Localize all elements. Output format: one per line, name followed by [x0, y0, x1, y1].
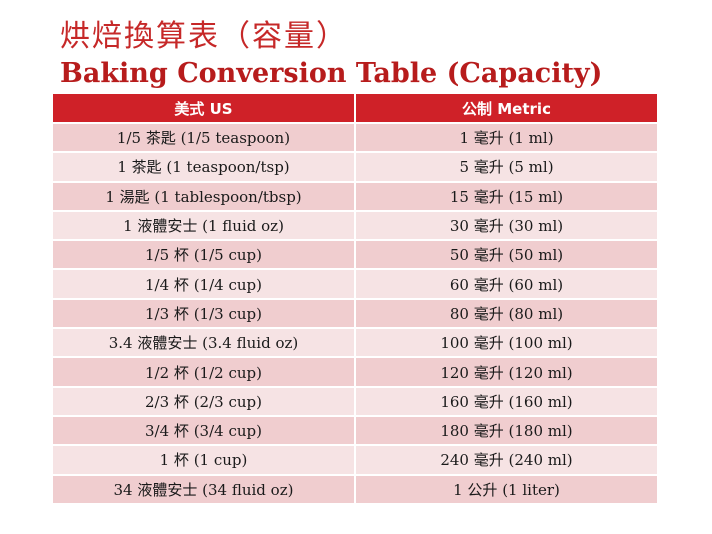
cell-metric: 180 毫升 (180 ml): [355, 414, 657, 446]
cell-metric: 1 公升 (1 liter): [355, 473, 657, 503]
cell-us: 1 茶匙 (1 teaspoon/tsp): [53, 151, 356, 182]
table-row: 1/5 茶匙 (1/5 teaspoon) 1 毫升 (1 ml): [53, 121, 657, 153]
table-row: 1/2 杯 (1/2 cup) 120 毫升 (120 ml): [53, 356, 657, 387]
cell-metric: 120 毫升 (120 ml): [355, 356, 657, 387]
cell-us: 1 杯 (1 cup): [53, 444, 356, 475]
cell-us: 3/4 杯 (3/4 cup): [53, 414, 356, 446]
cell-metric: 30 毫升 (30 ml): [355, 209, 657, 241]
table-row: 2/3 杯 (2/3 cup) 160 毫升 (160 ml): [53, 385, 657, 416]
table-header-row: 美式 US 公制 Metric: [53, 94, 657, 123]
table-row: 1/5 杯 (1/5 cup) 50 毫升 (50 ml): [53, 239, 657, 270]
cell-us: 1/2 杯 (1/2 cup): [53, 356, 356, 387]
cell-metric: 80 毫升 (80 ml): [355, 297, 657, 329]
cell-us: 1/3 杯 (1/3 cup): [53, 297, 356, 329]
column-header-us: 美式 US: [53, 94, 356, 123]
cell-us: 34 液體安士 (34 fluid oz): [53, 473, 356, 503]
cell-us: 2/3 杯 (2/3 cup): [53, 385, 356, 416]
cell-metric: 100 毫升 (100 ml): [355, 327, 657, 358]
cell-us: 3.4 液體安士 (3.4 fluid oz): [53, 327, 356, 358]
cell-metric: 50 毫升 (50 ml): [355, 239, 657, 270]
table-row: 1 湯匙 (1 tablespoon/tbsp) 15 毫升 (15 ml): [53, 180, 657, 211]
cell-metric: 1 毫升 (1 ml): [355, 121, 657, 153]
conversion-table: 美式 US 公制 Metric 1/5 茶匙 (1/5 teaspoon) 1 …: [53, 94, 657, 503]
table-row: 1 杯 (1 cup) 240 毫升 (240 ml): [53, 444, 657, 475]
table-row: 3.4 液體安士 (3.4 fluid oz) 100 毫升 (100 ml): [53, 327, 657, 358]
cell-us: 1 液體安士 (1 fluid oz): [53, 209, 356, 241]
table-row: 1/4 杯 (1/4 cup) 60 毫升 (60 ml): [53, 268, 657, 299]
cell-metric: 160 毫升 (160 ml): [355, 385, 657, 416]
cell-us: 1/5 杯 (1/5 cup): [53, 239, 356, 270]
cell-metric: 5 毫升 (5 ml): [355, 151, 657, 182]
table-row: 3/4 杯 (3/4 cup) 180 毫升 (180 ml): [53, 414, 657, 446]
cell-metric: 15 毫升 (15 ml): [355, 180, 657, 211]
cell-us: 1/4 杯 (1/4 cup): [53, 268, 356, 299]
page-title-english: Baking Conversion Table (Capacity): [60, 58, 603, 89]
table-row: 1 茶匙 (1 teaspoon/tsp) 5 毫升 (5 ml): [53, 151, 657, 182]
table-row: 34 液體安士 (34 fluid oz) 1 公升 (1 liter): [53, 473, 657, 503]
page-title-chinese: 烘焙換算表（容量）: [60, 19, 348, 54]
table-row: 1/3 杯 (1/3 cup) 80 毫升 (80 ml): [53, 297, 657, 329]
cell-us: 1 湯匙 (1 tablespoon/tbsp): [53, 180, 356, 211]
table-row: 1 液體安士 (1 fluid oz) 30 毫升 (30 ml): [53, 209, 657, 241]
cell-us: 1/5 茶匙 (1/5 teaspoon): [53, 121, 356, 153]
cell-metric: 240 毫升 (240 ml): [355, 444, 657, 475]
column-header-metric: 公制 Metric: [355, 94, 657, 123]
cell-metric: 60 毫升 (60 ml): [355, 268, 657, 299]
